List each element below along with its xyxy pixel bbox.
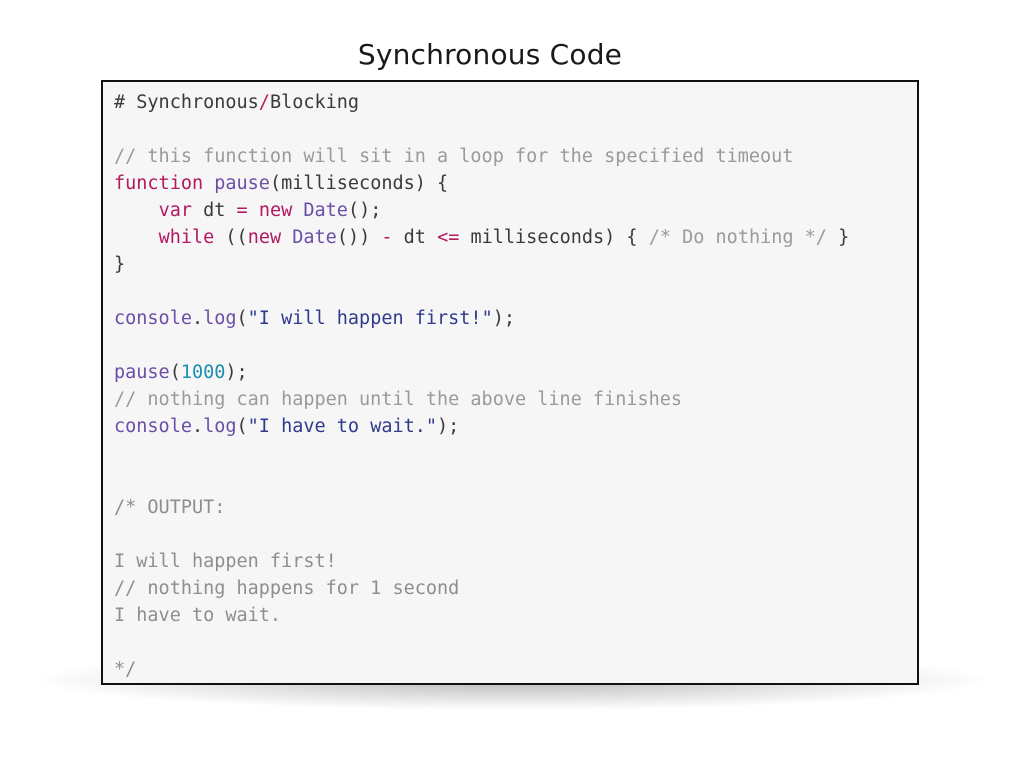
- code-line: # Synchronous/Blocking: [114, 89, 849, 116]
- code-line: // this function will sit in a loop for …: [114, 143, 849, 170]
- code-token: 1000: [180, 362, 226, 383]
- code-token: dt: [392, 227, 438, 248]
- code-token: =: [236, 200, 248, 221]
- code-token: .: [191, 308, 204, 329]
- code-token: /* Do nothing */: [648, 227, 827, 248]
- code-token: console: [114, 416, 192, 437]
- code-token: ((: [214, 227, 248, 248]
- code-token: ();: [347, 200, 382, 221]
- slide-title: Synchronous Code: [357, 38, 623, 71]
- code-line: I have to wait.: [114, 602, 849, 629]
- code-token: }: [114, 254, 126, 275]
- code-token: milliseconds) {: [459, 227, 649, 248]
- code-lines: # Synchronous/Blocking // this function …: [114, 89, 849, 683]
- code-token: # Synchronous: [114, 92, 259, 113]
- code-line: while ((new Date()) - dt <= milliseconds…: [114, 224, 850, 251]
- code-token: (: [236, 308, 248, 329]
- code-token: I will happen first!: [114, 551, 337, 572]
- code-token: );: [492, 308, 515, 329]
- code-token: // this function will sit in a loop for …: [114, 146, 794, 167]
- code-token: (milliseconds) {: [269, 173, 449, 194]
- code-line: /* OUTPUT:: [114, 494, 849, 521]
- code-token: .: [191, 416, 204, 437]
- code-token: var: [158, 200, 192, 221]
- code-line: // nothing can happen until the above li…: [114, 386, 849, 413]
- code-token: "I have to wait.": [247, 416, 438, 437]
- code-token: new: [258, 200, 293, 221]
- code-token: log: [203, 416, 237, 437]
- code-token: "I will happen first!": [247, 308, 493, 329]
- code-line: */: [114, 656, 849, 683]
- code-token: ()): [336, 227, 382, 248]
- code-token: log: [203, 308, 237, 329]
- code-token: -: [381, 227, 393, 248]
- code-token: /* OUTPUT:: [114, 497, 226, 518]
- code-token: pause: [114, 362, 170, 383]
- code-token: dt: [191, 200, 237, 221]
- code-token: );: [437, 416, 460, 437]
- code-line: console.log("I have to wait.");: [114, 413, 849, 440]
- code-token: // nothing happens for 1 second: [114, 578, 460, 599]
- code-line: console.log("I will happen first!");: [114, 305, 849, 332]
- slide: Synchronous Code # Synchronous/Blocking …: [0, 0, 1024, 768]
- code-token: while: [158, 227, 215, 248]
- code-line: }: [114, 251, 849, 278]
- code-token: /: [258, 92, 270, 113]
- code-token: <=: [437, 227, 460, 248]
- code-token: console: [114, 308, 192, 329]
- code-token: Blocking: [269, 92, 360, 113]
- code-line: I will happen first!: [114, 548, 849, 575]
- code-token: (: [169, 362, 181, 383]
- code-line: var dt = new Date();: [114, 197, 849, 224]
- code-line: pause(1000);: [114, 359, 849, 386]
- code-line: function pause(milliseconds) {: [114, 170, 849, 197]
- code-token: Date: [303, 200, 348, 221]
- code-token: Date: [292, 227, 337, 248]
- code-token: function: [114, 173, 204, 194]
- code-token: new: [247, 227, 282, 248]
- code-token: // nothing can happen until the above li…: [114, 389, 683, 410]
- code-line: // nothing happens for 1 second: [114, 575, 849, 602]
- code-block: # Synchronous/Blocking // this function …: [101, 80, 919, 685]
- code-token: );: [225, 362, 248, 383]
- code-token: pause: [214, 173, 270, 194]
- code-token: }: [826, 227, 850, 248]
- code-token: (: [236, 416, 248, 437]
- code-token: I have to wait.: [114, 605, 282, 626]
- code-token: */: [114, 659, 137, 680]
